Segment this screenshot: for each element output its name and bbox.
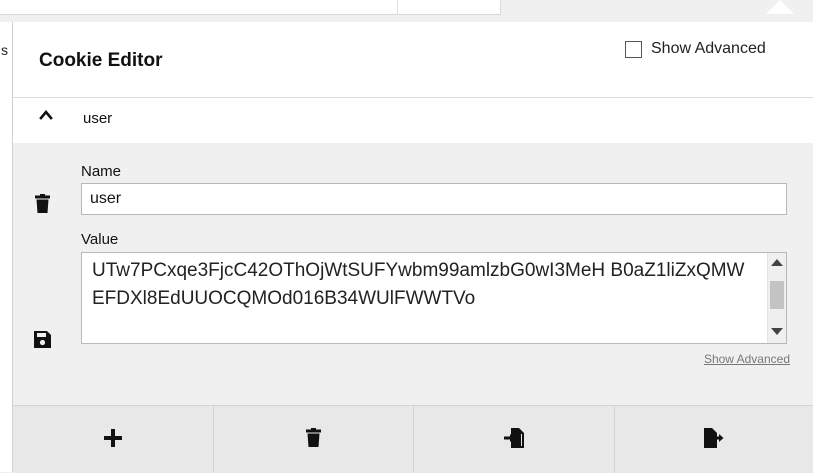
scroll-down-icon[interactable] (771, 328, 783, 335)
popup-pointer (766, 0, 794, 14)
plus-icon (104, 429, 122, 451)
name-field-label: Name (81, 163, 121, 180)
show-advanced-toggle[interactable]: Show Advanced (625, 40, 766, 58)
cookie-item-header[interactable]: user (13, 97, 813, 144)
cookie-name-label[interactable]: user (83, 110, 112, 127)
import-button[interactable] (414, 406, 615, 473)
underlying-page-edge: s (0, 22, 12, 472)
scroll-up-icon[interactable] (771, 259, 783, 266)
cookie-value-text[interactable]: UTw7PCxqe3FjcC42OThOjWtSUFYwbm99amlzbG0w… (92, 257, 752, 313)
export-button[interactable] (615, 406, 813, 473)
cookie-edit-form: Name Value UTw7PCxqe3FjcC42OThOjWtSUFYwb… (13, 143, 813, 405)
show-advanced-link[interactable]: Show Advanced (704, 352, 790, 366)
value-scrollbar[interactable] (767, 253, 786, 343)
action-toolbar (13, 405, 813, 473)
add-cookie-button[interactable] (13, 406, 214, 473)
trash-icon[interactable] (35, 194, 50, 217)
import-icon (504, 428, 524, 452)
export-icon (704, 428, 724, 452)
value-field-label: Value (81, 231, 118, 248)
browser-tab (0, 0, 501, 15)
cookie-value-textarea[interactable]: UTw7PCxqe3FjcC42OThOjWtSUFYwbm99amlzbG0w… (81, 252, 787, 344)
cookie-name-input[interactable] (81, 183, 787, 215)
show-advanced-label[interactable]: Show Advanced (651, 40, 766, 58)
panel-header: Cookie Editor Show Advanced (13, 22, 813, 97)
trash-icon (306, 428, 321, 451)
scroll-thumb[interactable] (770, 281, 784, 309)
browser-top-strip (0, 0, 813, 22)
chevron-up-icon[interactable] (39, 108, 53, 126)
page-title: Cookie Editor (39, 50, 163, 72)
show-advanced-checkbox[interactable] (625, 41, 642, 58)
save-icon[interactable] (34, 331, 51, 352)
underlying-page-text: s (1, 42, 8, 58)
tab-divider (397, 0, 398, 14)
cookie-editor-panel: Cookie Editor Show Advanced user Name Va… (12, 22, 813, 472)
delete-all-button[interactable] (214, 406, 415, 473)
